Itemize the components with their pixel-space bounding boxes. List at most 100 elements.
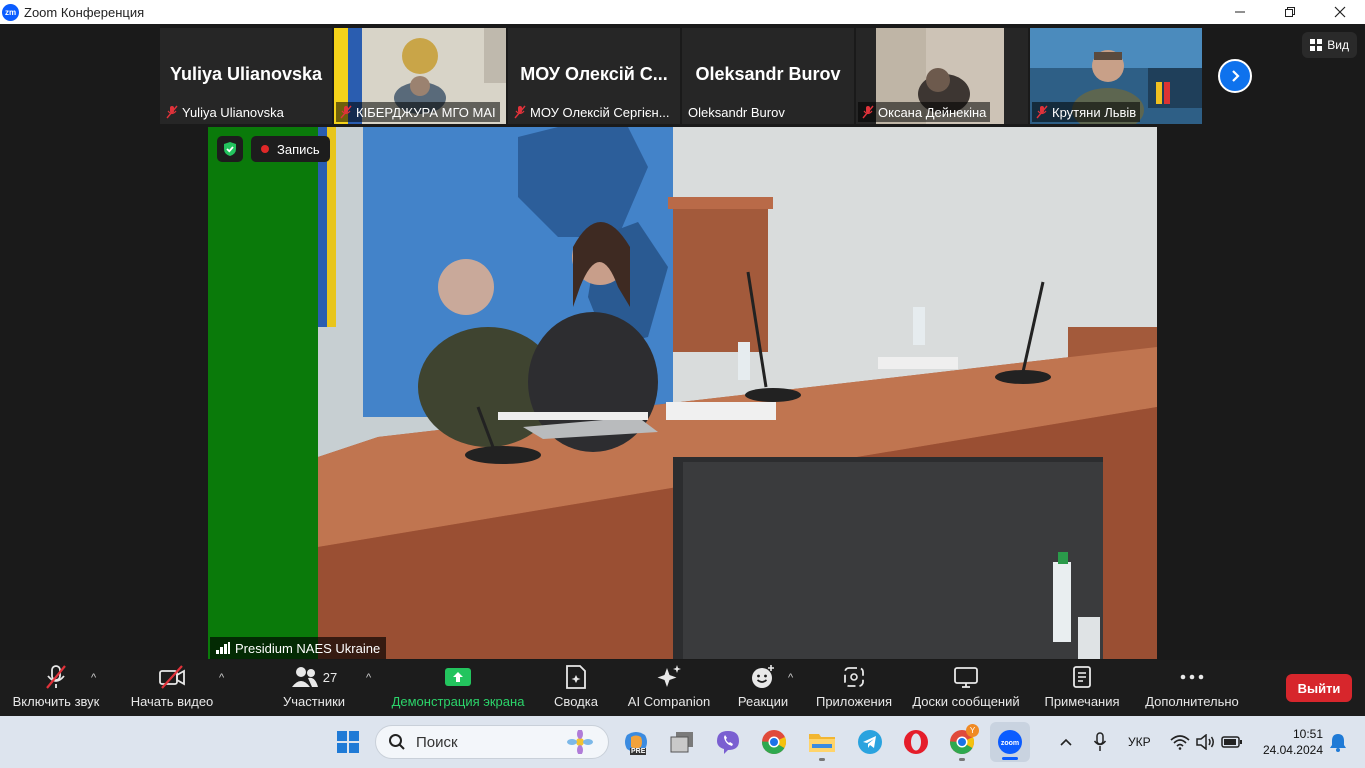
share-screen-label: Демонстрация экрана bbox=[391, 694, 525, 709]
title-bar: zm Zoom Конференция bbox=[0, 0, 1365, 24]
audio-options-caret-icon[interactable]: ^ bbox=[91, 672, 96, 684]
whiteboards-label: Доски сообщений bbox=[912, 694, 1020, 709]
active-speaker-video[interactable]: Запись Presidium NAES Ukraine bbox=[208, 127, 1157, 659]
shield-check-icon bbox=[224, 142, 236, 156]
participant-tile[interactable]: Yuliya Ulianovska Yuliya Ulianovska bbox=[160, 28, 332, 124]
participant-name-label: Оксана Дейнекіна bbox=[858, 102, 991, 122]
task-view-button[interactable] bbox=[668, 728, 696, 756]
participant-display-name: Oleksandr Burov bbox=[695, 64, 841, 84]
apps-icon bbox=[844, 667, 864, 687]
more-dots-icon bbox=[1180, 674, 1204, 680]
clock-time: 10:51 bbox=[1292, 727, 1323, 741]
participant-tile[interactable]: МОУ Олексій С... МОУ Олексій Сергієн... bbox=[508, 28, 680, 124]
minimize-icon bbox=[1235, 11, 1245, 13]
battery-icon bbox=[1221, 736, 1242, 748]
muted-mic-icon bbox=[166, 105, 178, 119]
more-button[interactable]: Дополнительно bbox=[1140, 662, 1244, 714]
start-button[interactable] bbox=[334, 728, 362, 756]
copilot-taskbar-button[interactable]: PRE bbox=[622, 728, 650, 756]
close-icon bbox=[1334, 6, 1346, 18]
reactions-options-caret-icon[interactable]: ^ bbox=[788, 672, 793, 684]
security-button[interactable] bbox=[217, 136, 243, 162]
participant-display-name: Yuliya Ulianovska bbox=[169, 64, 323, 84]
minimize-button[interactable] bbox=[1215, 0, 1265, 24]
show-hidden-icons-button[interactable] bbox=[1052, 728, 1080, 756]
zoom-taskbar-button[interactable]: zoom bbox=[990, 722, 1030, 762]
close-button[interactable] bbox=[1315, 0, 1365, 24]
zoom-app-icon: zoom bbox=[998, 730, 1022, 754]
unmute-button[interactable]: Включить звук bbox=[10, 662, 102, 714]
recording-dot-icon bbox=[261, 145, 269, 153]
ai-companion-button[interactable]: AI Companion bbox=[624, 662, 714, 714]
signal-bars-icon bbox=[216, 642, 230, 654]
muted-mic-icon bbox=[514, 105, 526, 119]
volume-tray-button[interactable] bbox=[1192, 728, 1220, 756]
whiteboards-button[interactable]: Доски сообщений bbox=[908, 662, 1024, 714]
next-page-button[interactable] bbox=[1218, 59, 1252, 93]
conference-room-video bbox=[318, 127, 1157, 659]
microphone-tray-button[interactable] bbox=[1086, 728, 1114, 756]
battery-tray-button[interactable] bbox=[1218, 728, 1246, 756]
recording-label: Запись bbox=[277, 141, 320, 157]
restore-button[interactable] bbox=[1265, 0, 1315, 24]
reactions-button[interactable]: Реакции bbox=[734, 662, 792, 714]
participants-icon bbox=[291, 667, 318, 687]
chrome-icon bbox=[762, 730, 787, 755]
ai-sparkle-icon bbox=[657, 665, 681, 687]
participant-tile[interactable]: КІБЕРДЖУРА МГО МАІ bbox=[334, 28, 506, 124]
recording-indicator[interactable]: Запись bbox=[251, 136, 330, 162]
share-screen-button[interactable]: Демонстрация экрана bbox=[392, 662, 524, 714]
participant-gallery-strip: Yuliya Ulianovska Yuliya Ulianovska КІБЕ… bbox=[160, 28, 1202, 124]
notifications-button[interactable] bbox=[1324, 728, 1352, 756]
muted-mic-icon bbox=[862, 105, 874, 119]
participant-tile[interactable]: Oleksandr Burov Oleksandr Burov bbox=[682, 28, 854, 124]
video-options-caret-icon[interactable]: ^ bbox=[219, 672, 224, 684]
more-label: Дополнительно bbox=[1145, 694, 1239, 709]
participants-label: Участники bbox=[282, 694, 346, 709]
participant-label-text: Оксана Дейнекіна bbox=[878, 104, 987, 120]
window-title: Zoom Конференция bbox=[24, 4, 145, 20]
opera-icon bbox=[904, 730, 928, 754]
taskbar-clock[interactable]: 10:51 24.04.2024 bbox=[1263, 726, 1323, 758]
participant-name-label: Yuliya Ulianovska bbox=[162, 102, 288, 122]
start-video-button[interactable]: Начать видео bbox=[128, 662, 216, 714]
participant-label-text: КІБЕРДЖУРА МГО МАІ bbox=[356, 104, 496, 120]
copilot-badge: PRE bbox=[630, 748, 647, 755]
telegram-icon bbox=[858, 730, 882, 754]
file-explorer-taskbar-button[interactable] bbox=[808, 728, 836, 761]
apps-label: Приложения bbox=[815, 694, 893, 709]
taskbar-search-box[interactable]: Поиск bbox=[375, 725, 609, 759]
input-language[interactable]: УКР bbox=[1128, 735, 1151, 749]
search-highlight-flower-icon bbox=[567, 730, 593, 754]
chrome-taskbar-button[interactable] bbox=[760, 728, 788, 756]
participant-label-text: Yuliya Ulianovska bbox=[182, 104, 284, 120]
meeting-area: Yuliya Ulianovska Yuliya Ulianovska КІБЕ… bbox=[0, 24, 1365, 660]
opera-taskbar-button[interactable] bbox=[902, 728, 930, 756]
viber-taskbar-button[interactable] bbox=[714, 728, 742, 756]
participant-label-text: МОУ Олексій Сергієн... bbox=[530, 104, 670, 120]
summary-button[interactable]: Сводка bbox=[548, 662, 604, 714]
apps-button[interactable]: Приложения bbox=[812, 662, 896, 714]
participant-name-label: КІБЕРДЖУРА МГО МАІ bbox=[336, 102, 500, 122]
participant-tile[interactable]: Крутяни Львів bbox=[1030, 28, 1202, 124]
participants-options-caret-icon[interactable]: ^ bbox=[366, 672, 371, 684]
whiteboard-icon bbox=[954, 667, 978, 688]
windows-taskbar: Поиск PRE Y zoom УКР 10:51 24.04.2024 bbox=[0, 716, 1365, 768]
stage-green-panel bbox=[208, 127, 318, 659]
participant-tile[interactable]: Оксана Дейнекіна bbox=[856, 28, 1028, 124]
network-tray-button[interactable] bbox=[1166, 728, 1194, 756]
running-indicator bbox=[959, 758, 965, 761]
telegram-taskbar-button[interactable] bbox=[856, 728, 884, 756]
notes-button[interactable]: Примечания bbox=[1040, 662, 1124, 714]
viber-icon bbox=[717, 731, 739, 754]
view-button[interactable]: Вид bbox=[1302, 32, 1357, 58]
meeting-toolbar: Включить звук ^ Начать видео ^ 27 Участн… bbox=[0, 660, 1365, 716]
leave-meeting-button[interactable]: Выйти bbox=[1286, 674, 1352, 702]
muted-mic-icon bbox=[340, 105, 352, 119]
chrome-profile-taskbar-button[interactable]: Y bbox=[948, 724, 979, 761]
muted-mic-icon bbox=[1036, 105, 1048, 119]
task-view-icon bbox=[670, 732, 693, 753]
grid-view-icon bbox=[1310, 39, 1323, 51]
view-button-label: Вид bbox=[1327, 38, 1349, 52]
participants-button[interactable]: 27 Участники bbox=[276, 662, 352, 714]
